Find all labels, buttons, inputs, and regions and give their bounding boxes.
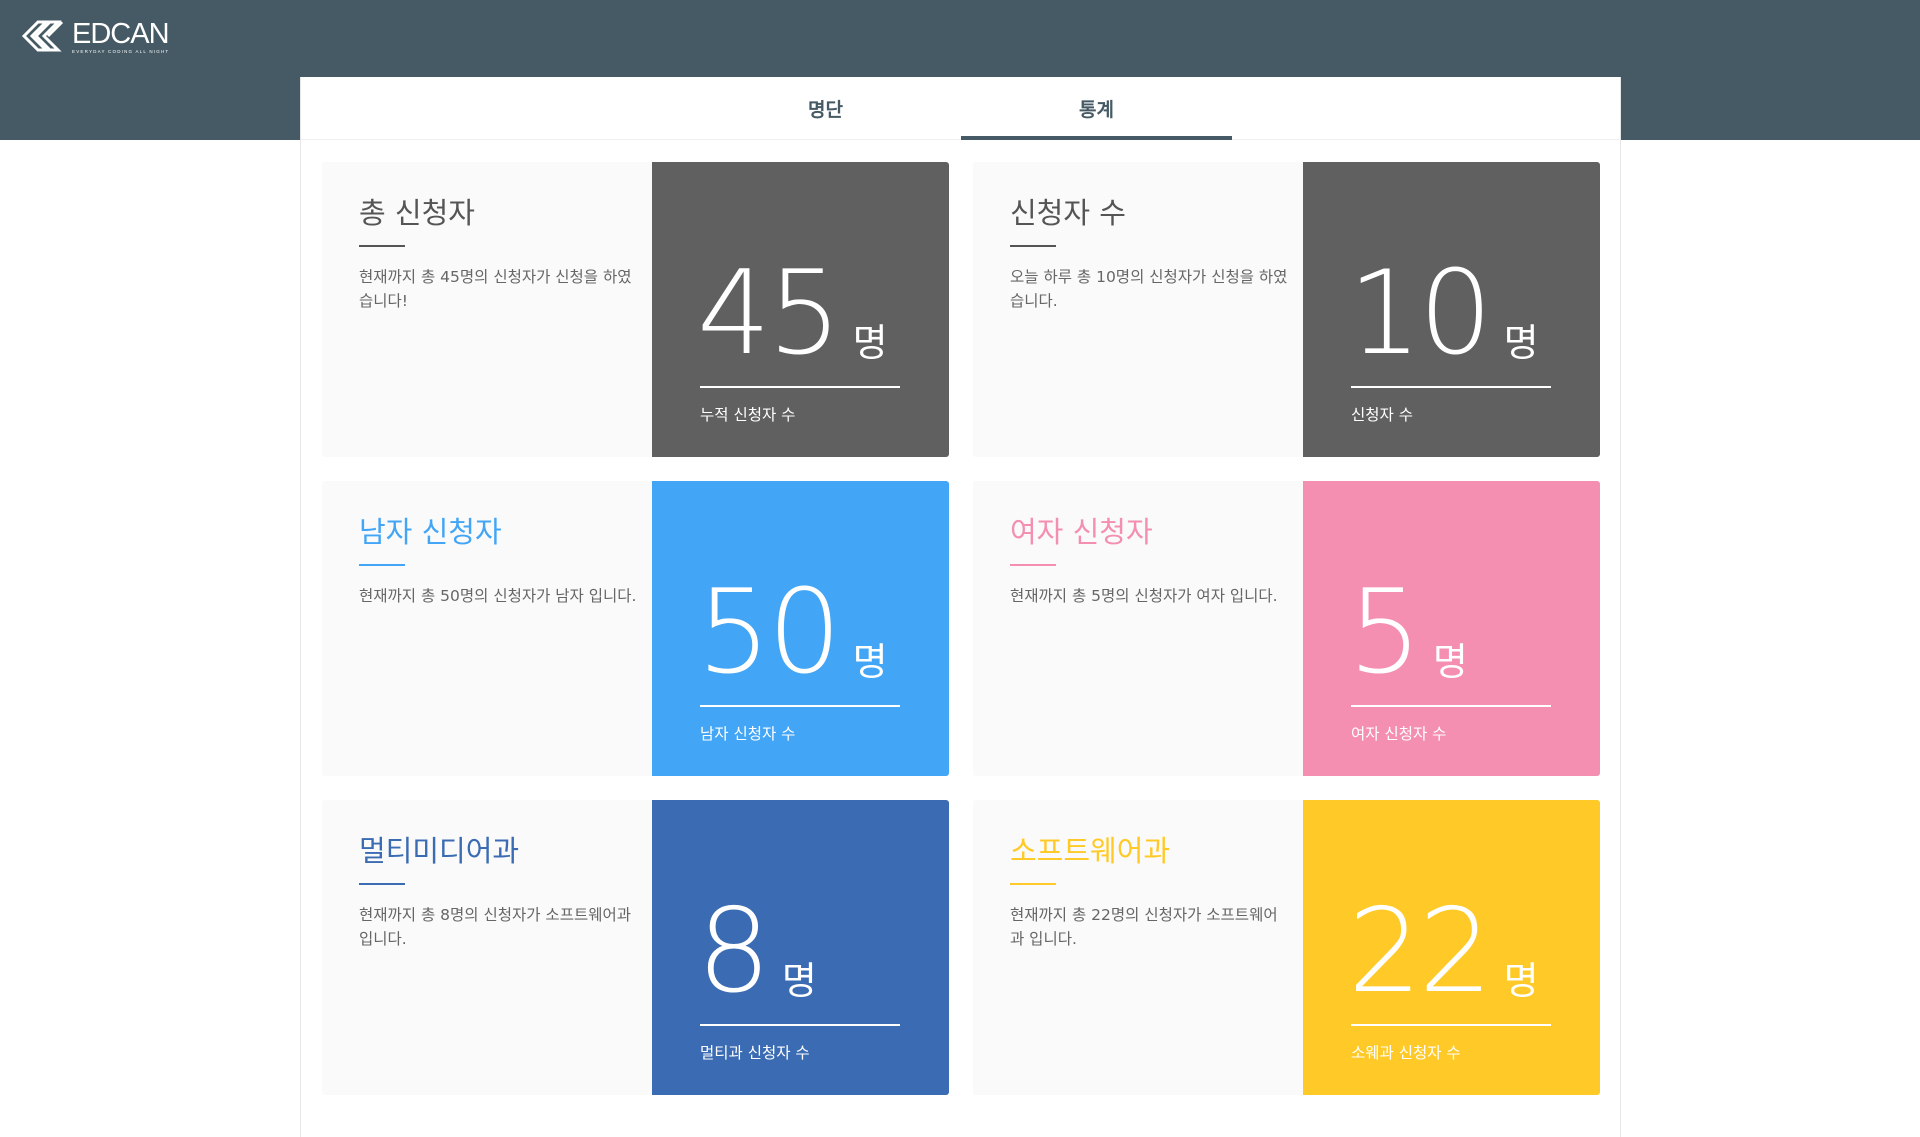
stat-caption: 남자 신청자 수 xyxy=(700,725,796,743)
stat-unit: 명 xyxy=(1503,321,1539,365)
tab-statistics[interactable]: 통계 xyxy=(961,77,1232,140)
title-divider xyxy=(359,245,405,247)
card-info: 멀티미디어과 현재까지 총 8명의 신청자가 소프트웨어과 입니다. xyxy=(322,800,652,1095)
card-description: 현재까지 총 8명의 신청자가 소프트웨어과 입니다. xyxy=(359,906,631,948)
edcan-logo-icon xyxy=(22,20,64,52)
card-info: 총 신청자 현재까지 총 45명의 신청자가 신청을 하였습니다! xyxy=(322,162,652,457)
card-title: 소프트웨어과 xyxy=(1010,834,1171,868)
card-today-applicants: 신청자 수 오늘 하루 총 10명의 신청자가 신청을 하였습니다. 10 명 … xyxy=(973,162,1600,457)
stat-box: 50 명 남자 신청자 수 xyxy=(652,481,949,776)
title-divider xyxy=(359,564,405,566)
card-male-applicants: 남자 신청자 현재까지 총 50명의 신청자가 남자 입니다. 50 명 남자 … xyxy=(322,481,949,776)
stat-box: 5 명 여자 신청자 수 xyxy=(1303,481,1600,776)
stat-box: 45 명 누적 신청자 수 xyxy=(652,162,949,457)
stat-value: 50 xyxy=(697,565,842,700)
card-info: 소프트웨어과 현재까지 총 22명의 신청자가 소프트웨어과 입니다. xyxy=(973,800,1303,1095)
stat-divider xyxy=(700,1024,900,1026)
tab-roster[interactable]: 명단 xyxy=(690,77,961,140)
stat-unit: 명 xyxy=(1432,640,1468,684)
stat-caption: 멀티과 신청자 수 xyxy=(700,1044,810,1062)
stat-divider xyxy=(1351,1024,1551,1026)
stat-box: 10 명 신청자 수 xyxy=(1303,162,1600,457)
stat-value: 22 xyxy=(1348,884,1493,1019)
card-info: 여자 신청자 현재까지 총 5명의 신청자가 여자 입니다. xyxy=(973,481,1303,776)
tab-bar: 명단 통계 xyxy=(301,77,1620,140)
title-divider xyxy=(1010,564,1056,566)
card-female-applicants: 여자 신청자 현재까지 총 5명의 신청자가 여자 입니다. 5 명 여자 신청… xyxy=(973,481,1600,776)
card-description: 현재까지 총 45명의 신청자가 신청을 하였습니다! xyxy=(359,268,632,310)
card-description: 현재까지 총 5명의 신청자가 여자 입니다. xyxy=(1010,587,1278,605)
stat-divider xyxy=(700,705,900,707)
stat-divider xyxy=(1351,705,1551,707)
stat-box: 8 명 멀티과 신청자 수 xyxy=(652,800,949,1095)
logo-text: EDCAN xyxy=(72,17,170,50)
stat-unit: 명 xyxy=(781,959,817,1003)
stat-unit: 명 xyxy=(1503,959,1539,1003)
card-title: 여자 신청자 xyxy=(1010,515,1153,549)
card-description: 현재까지 총 50명의 신청자가 남자 입니다. xyxy=(359,587,637,605)
logo-tagline: EVERYDAY CODING ALL NIGHT xyxy=(72,48,170,54)
card-description: 오늘 하루 총 10명의 신청자가 신청을 하였습니다. xyxy=(1010,268,1288,310)
stat-divider xyxy=(700,386,900,388)
title-divider xyxy=(1010,245,1056,247)
edcan-logo[interactable]: EDCAN EVERYDAY CODING ALL NIGHT xyxy=(22,17,170,54)
title-divider xyxy=(1010,883,1056,885)
main-panel: 명단 통계 총 신청자 현재까지 총 45명의 신청자가 신청을 하였습니다! … xyxy=(300,77,1621,1137)
stat-divider xyxy=(1351,386,1551,388)
stat-value: 45 xyxy=(697,246,842,381)
title-divider xyxy=(359,883,405,885)
stat-caption: 소웨과 신청자 수 xyxy=(1351,1044,1461,1062)
card-multimedia-dept: 멀티미디어과 현재까지 총 8명의 신청자가 소프트웨어과 입니다. 8 명 멀… xyxy=(322,800,949,1095)
stat-unit: 명 xyxy=(852,321,888,365)
stat-caption: 신청자 수 xyxy=(1351,406,1413,424)
card-title: 멀티미디어과 xyxy=(359,834,520,868)
card-title: 총 신청자 xyxy=(359,196,475,230)
card-software-dept: 소프트웨어과 현재까지 총 22명의 신청자가 소프트웨어과 입니다. 22 명… xyxy=(973,800,1600,1095)
stat-value: 10 xyxy=(1348,246,1493,381)
stat-value: 5 xyxy=(1348,565,1422,700)
card-total-applicants: 총 신청자 현재까지 총 45명의 신청자가 신청을 하였습니다! 45 명 누… xyxy=(322,162,949,457)
card-title: 신청자 수 xyxy=(1010,196,1126,230)
card-description: 현재까지 총 22명의 신청자가 소프트웨어과 입니다. xyxy=(1010,906,1278,948)
stat-value: 8 xyxy=(697,884,771,1019)
card-info: 남자 신청자 현재까지 총 50명의 신청자가 남자 입니다. xyxy=(322,481,652,776)
stat-box: 22 명 소웨과 신청자 수 xyxy=(1303,800,1600,1095)
stat-caption: 여자 신청자 수 xyxy=(1351,725,1447,743)
card-title: 남자 신청자 xyxy=(359,515,502,549)
card-info: 신청자 수 오늘 하루 총 10명의 신청자가 신청을 하였습니다. xyxy=(973,162,1303,457)
stat-unit: 명 xyxy=(852,640,888,684)
stat-caption: 누적 신청자 수 xyxy=(700,406,796,424)
